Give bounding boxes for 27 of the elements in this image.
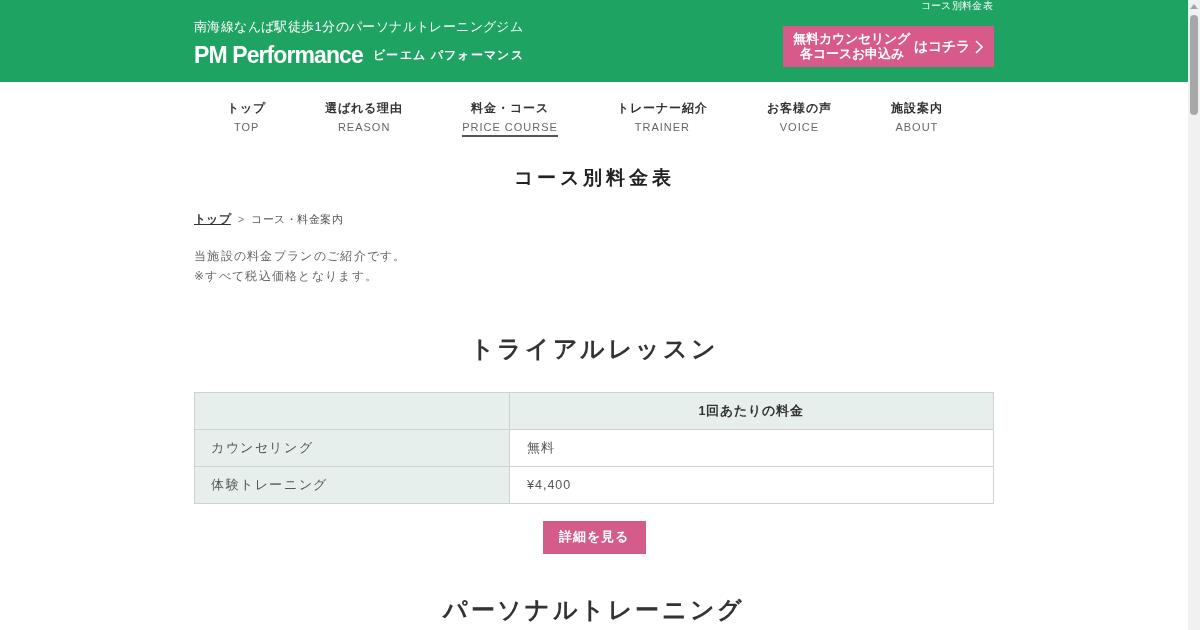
chevron-right-icon (975, 39, 983, 54)
intro-text: ※すべて税込価格となります。 (194, 268, 380, 285)
tagline: 南海線なんば駅徒歩1分のパーソナルトレーニングジム (194, 18, 524, 36)
page-label: コース別料金表 (920, 0, 993, 12)
page-title: コース別料金表 (512, 166, 676, 190)
breadcrumb-link[interactable]: トップ (194, 211, 231, 227)
section-title: パーソナルトレーニング (441, 595, 746, 625)
nav-link[interactable]: 施設案内 ABOUT (890, 100, 943, 137)
scrollbar-thumb[interactable] (1190, 15, 1198, 115)
intro-text: 当施設の料金プランのご紹介です。 (194, 248, 408, 265)
breadcrumb-separator: > (237, 212, 245, 227)
nav-link[interactable]: トップ TOP (227, 100, 267, 137)
details-button[interactable]: 詳細を見る (542, 521, 646, 554)
nav-link[interactable]: お客様の声 VOICE (766, 100, 832, 137)
logo-kana: ビーエム パフォーマンス (372, 46, 524, 64)
price-cell: ¥4,400 (509, 466, 994, 504)
section-title: トライアルレッスン (468, 334, 720, 364)
arrow-up-icon[interactable] (1190, 4, 1198, 9)
row-label-cell: 体験トレーニング (194, 466, 510, 504)
scrollbar[interactable] (1188, 0, 1200, 630)
column-header: 1回あたりの料金 (509, 392, 994, 430)
nav-link[interactable]: 料金・コース PRICE COURSE (462, 100, 558, 137)
row-label-cell: カウンセリング (194, 429, 510, 467)
breadcrumb-current: コース・料金案内 (251, 212, 344, 227)
nav-link[interactable]: トレーナー紹介 TRAINER (616, 100, 708, 137)
nav-link[interactable]: 選ばれる理由 REASON (325, 100, 404, 137)
price-cell: 無料 (509, 429, 994, 467)
